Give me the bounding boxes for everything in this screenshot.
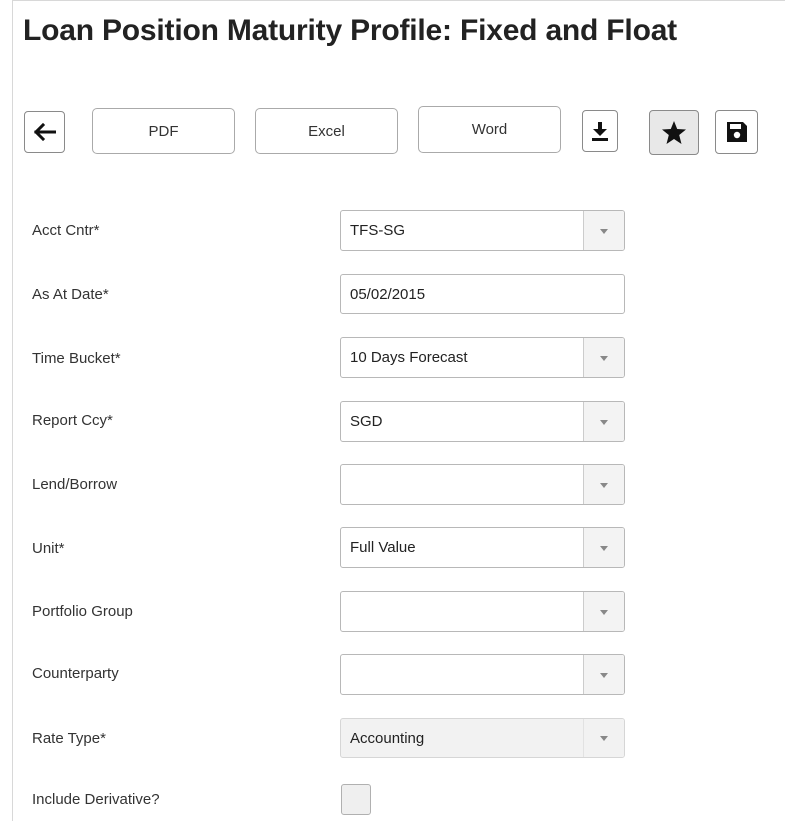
report-ccy-dropdown-button[interactable] — [583, 402, 624, 441]
download-icon — [591, 121, 609, 141]
star-icon — [661, 120, 687, 145]
chevron-down-icon — [600, 419, 608, 425]
chevron-down-icon — [600, 355, 608, 361]
rate-type-value: Accounting — [350, 730, 425, 747]
pdf-button[interactable]: PDF — [92, 108, 235, 154]
chevron-down-icon — [600, 672, 608, 678]
report-ccy-select[interactable]: SGD — [340, 401, 625, 442]
rate-type-dropdown-button[interactable] — [583, 719, 624, 757]
acct-cntr-select[interactable]: TFS-SG — [340, 210, 625, 251]
word-button[interactable]: Word — [418, 106, 561, 153]
unit-dropdown-button[interactable] — [583, 528, 624, 567]
page-title: Loan Position Maturity Profile: Fixed an… — [23, 14, 677, 47]
portfolio-group-select[interactable] — [340, 591, 625, 632]
favorite-button[interactable] — [649, 110, 699, 155]
frame-top-border — [12, 0, 785, 1]
back-button[interactable] — [24, 111, 65, 153]
acct-cntr-value: TFS-SG — [350, 222, 405, 239]
unit-select[interactable]: Full Value — [340, 527, 625, 568]
lend-borrow-label: Lend/Borrow — [32, 476, 118, 493]
time-bucket-select[interactable]: 10 Days Forecast — [340, 337, 625, 378]
chevron-down-icon — [600, 545, 608, 551]
lend-borrow-select[interactable] — [340, 464, 625, 505]
pdf-button-label: PDF — [148, 122, 179, 140]
floppy-disk-icon — [725, 120, 749, 144]
as-at-date-label: As At Date* — [32, 286, 109, 303]
portfolio-group-dropdown-button[interactable] — [583, 592, 624, 631]
download-button[interactable] — [582, 110, 618, 152]
counterparty-label: Counterparty — [32, 665, 119, 682]
counterparty-dropdown-button[interactable] — [583, 655, 624, 694]
word-button-label: Word — [471, 121, 508, 138]
lend-borrow-dropdown-button[interactable] — [583, 465, 624, 504]
counterparty-select[interactable] — [340, 654, 625, 695]
excel-button[interactable]: Excel — [255, 108, 398, 154]
chevron-down-icon — [600, 482, 608, 488]
time-bucket-dropdown-button[interactable] — [583, 338, 624, 377]
include-derivative-checkbox[interactable] — [341, 784, 371, 815]
unit-value: Full Value — [350, 539, 416, 556]
include-derivative-label: Include Derivative? — [32, 791, 160, 808]
time-bucket-value: 10 Days Forecast — [350, 349, 468, 366]
rate-type-select[interactable]: Accounting — [340, 718, 625, 758]
acct-cntr-dropdown-button[interactable] — [583, 211, 624, 250]
rate-type-label: Rate Type* — [32, 730, 106, 747]
acct-cntr-label: Acct Cntr* — [32, 222, 100, 239]
chevron-down-icon — [600, 736, 608, 741]
arrow-left-icon — [33, 123, 56, 141]
as-at-date-input[interactable] — [340, 274, 625, 314]
excel-button-label: Excel — [308, 122, 345, 140]
chevron-down-icon — [600, 228, 608, 234]
report-ccy-value: SGD — [350, 413, 383, 430]
time-bucket-label: Time Bucket* — [32, 350, 121, 367]
report-ccy-label: Report Ccy* — [32, 412, 113, 429]
save-button[interactable] — [715, 110, 758, 154]
portfolio-group-label: Portfolio Group — [32, 603, 133, 620]
chevron-down-icon — [600, 609, 608, 615]
frame-left-border — [12, 0, 13, 821]
unit-label: Unit* — [32, 540, 65, 557]
